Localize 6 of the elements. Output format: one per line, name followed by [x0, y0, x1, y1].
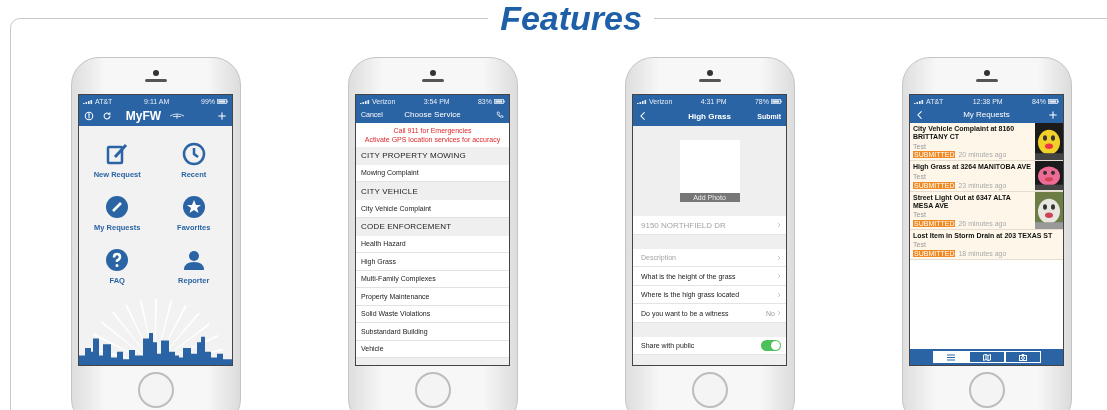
address-text: 9150 NORTHFIELD DR: [641, 220, 726, 230]
screen-title: My Requests: [963, 110, 1010, 120]
screen-title: High Grass: [688, 111, 731, 121]
app-title: MyFW: [125, 109, 162, 124]
section-heading: Features: [499, 0, 643, 38]
screen-title: Choose Service: [404, 110, 461, 120]
